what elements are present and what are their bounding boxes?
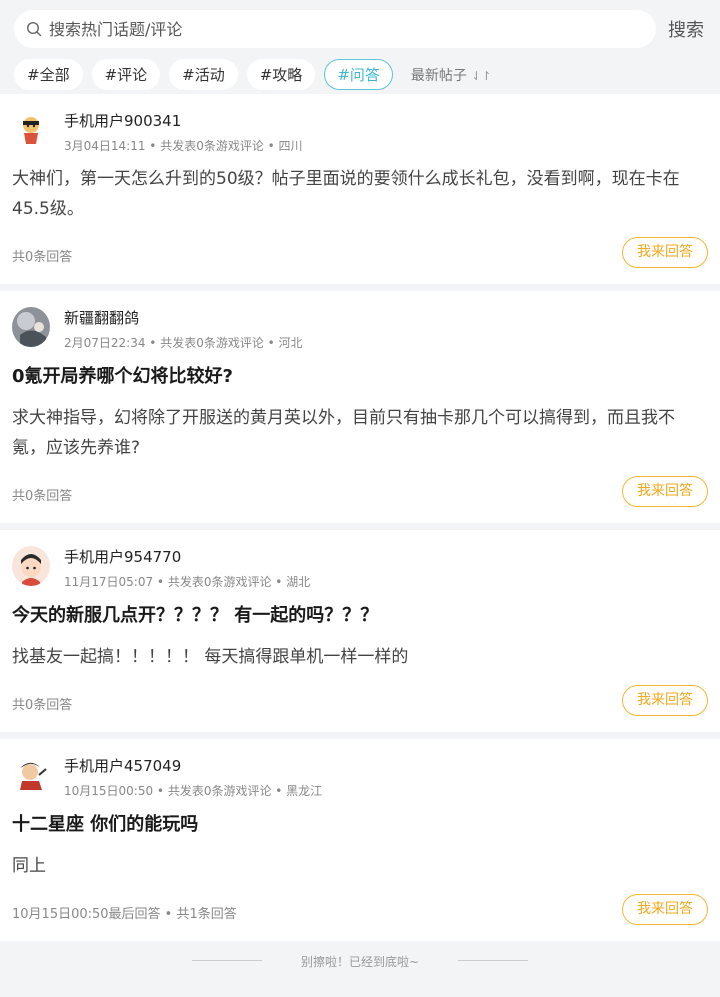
answer-count: 共0条回答 xyxy=(12,250,73,265)
username[interactable]: 新疆翻翻鸽 xyxy=(64,307,139,328)
tab-events[interactable]: #活动 xyxy=(169,59,238,90)
answer-button[interactable]: 我来回答 xyxy=(622,685,708,716)
answer-button[interactable]: 我来回答 xyxy=(622,476,708,507)
divider xyxy=(458,960,528,961)
search-box[interactable] xyxy=(14,10,656,48)
tab-all[interactable]: #全部 xyxy=(14,59,83,90)
avatar[interactable] xyxy=(12,307,50,347)
sort-arrows-icon: ⇃↾ xyxy=(471,68,492,83)
post-title[interactable]: 十二星座 你们的能玩吗 xyxy=(12,811,708,839)
search-row: 搜索 xyxy=(14,10,708,48)
tab-qa[interactable]: #问答 xyxy=(324,59,393,90)
answer-count: 共0条回答 xyxy=(12,489,73,504)
username[interactable]: 手机用户900341 xyxy=(64,110,181,131)
avatar[interactable] xyxy=(12,755,50,795)
post-card[interactable]: 手机用户900341 3月04日14:11 • 共发表0条游戏评论 • 四川 大… xyxy=(0,94,720,284)
sort-label: 最新帖子 xyxy=(410,67,467,84)
post-card[interactable]: 手机用户954770 11月17日05:07 • 共发表0条游戏评论 • 湖北 … xyxy=(0,530,720,732)
tab-guides[interactable]: #攻略 xyxy=(246,59,316,90)
post-body: 求大神指导，幻将除了开服送的黄月英以外，目前只有抽卡那几个可以搞得到，而且我不氪… xyxy=(12,408,675,458)
tag-tabs: #全部 #评论 #活动 #攻略 #问答 最新帖子 ⇃↾ xyxy=(14,59,708,90)
username[interactable]: 手机用户954770 xyxy=(64,546,181,567)
post-meta: 2月07日22:34 • 共发表0条游戏评论 • 河北 xyxy=(64,336,303,350)
search-button[interactable]: 搜索 xyxy=(668,16,704,42)
answer-count: 10月15日00:50最后回答 • 共1条回答 xyxy=(12,907,237,922)
search-icon xyxy=(26,21,42,37)
post-meta: 10月15日00:50 • 共发表0条游戏评论 • 黑龙江 xyxy=(64,784,323,798)
post-card[interactable]: 手机用户457049 10月15日00:50 • 共发表0条游戏评论 • 黑龙江… xyxy=(0,739,720,941)
post-body: 找基友一起搞！！！！！ 每天搞得跟单机一样一样的 xyxy=(12,647,409,667)
search-input[interactable] xyxy=(47,18,611,40)
sort-dropdown[interactable]: 最新帖子 ⇃↾ xyxy=(411,65,492,85)
avatar[interactable] xyxy=(12,546,50,586)
answer-button[interactable]: 我来回答 xyxy=(622,894,708,925)
end-text: 别擦啦！已经到底啦~ xyxy=(300,955,420,969)
post-title[interactable]: 0氪开局养哪个幻将比较好? xyxy=(12,363,708,391)
post-body: 大神们，第一天怎么升到的50级？帖子里面说的要领什么成长礼包，没看到啊，现在卡在… xyxy=(12,169,680,219)
post-body: 同上 xyxy=(12,856,46,876)
post-card[interactable]: 新疆翻翻鸽 2月07日22:34 • 共发表0条游戏评论 • 河北 0氪开局养哪… xyxy=(0,291,720,523)
avatar[interactable] xyxy=(12,110,50,150)
post-meta: 3月04日14:11 • 共发表0条游戏评论 • 四川 xyxy=(64,139,303,153)
end-of-list: 别擦啦！已经到底啦~ xyxy=(0,941,720,981)
answer-count: 共0条回答 xyxy=(12,698,73,713)
post-title[interactable]: 今天的新服几点开？？？？ 有一起的吗？？？ xyxy=(12,602,708,630)
header: 搜索 #全部 #评论 #活动 #攻略 #问答 最新帖子 ⇃↾ xyxy=(0,0,720,94)
post-meta: 11月17日05:07 • 共发表0条游戏评论 • 湖北 xyxy=(64,575,311,589)
answer-button[interactable]: 我来回答 xyxy=(622,237,708,268)
tab-comments[interactable]: #评论 xyxy=(91,59,161,90)
username[interactable]: 手机用户457049 xyxy=(64,755,181,776)
